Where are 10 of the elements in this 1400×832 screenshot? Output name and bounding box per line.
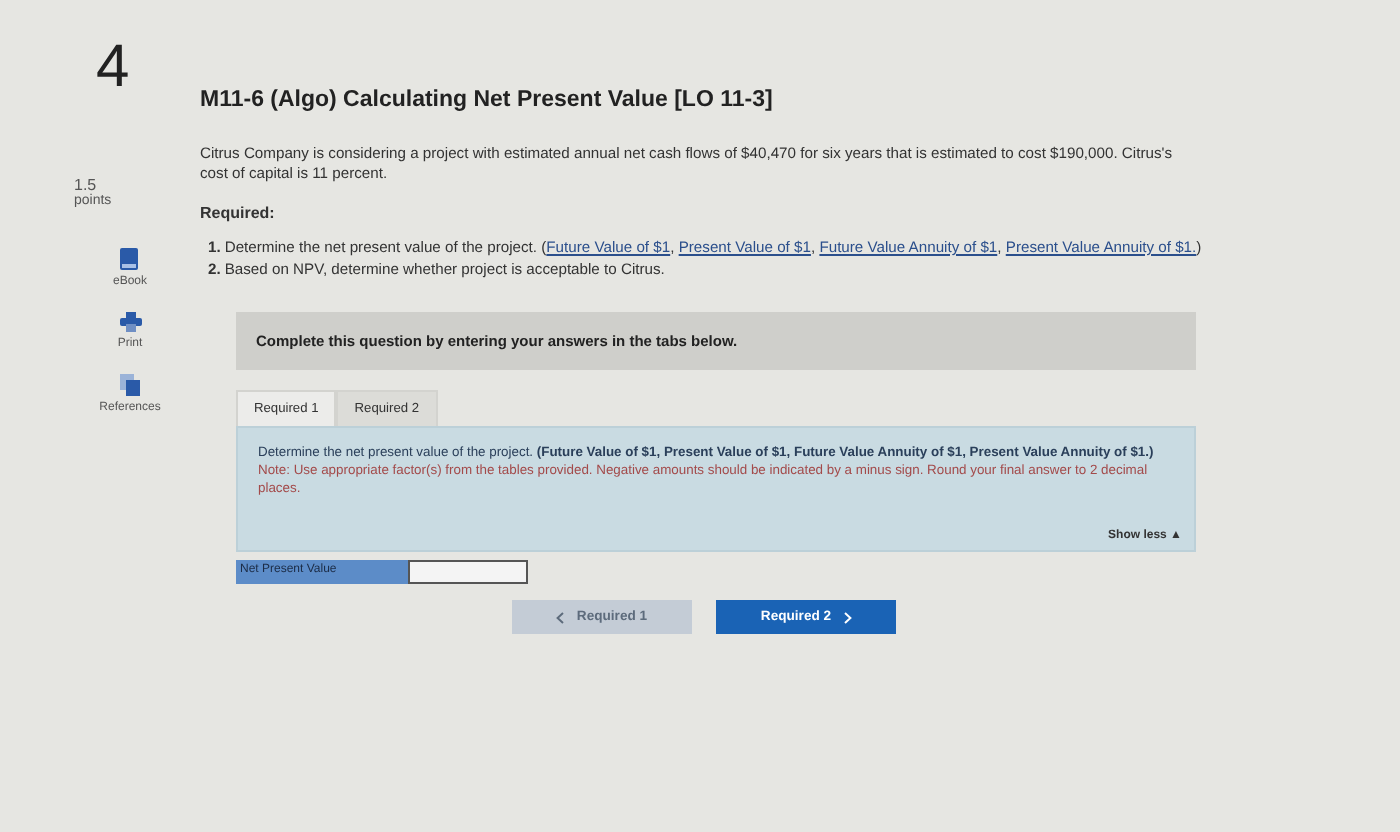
question-title: M11-6 (Algo) Calculating Net Present Value [LO 11-3] <box>200 88 775 112</box>
required-heading: Required: <box>200 204 277 222</box>
answer-field[interactable] <box>408 560 528 584</box>
documents-icon <box>120 374 140 396</box>
chevron-right-icon <box>843 611 852 623</box>
chevron-left-icon <box>556 611 565 623</box>
printer-icon <box>119 312 141 332</box>
question-number: 4 <box>96 36 132 100</box>
points-value: 1.5 <box>74 176 97 194</box>
book-icon <box>120 248 139 270</box>
